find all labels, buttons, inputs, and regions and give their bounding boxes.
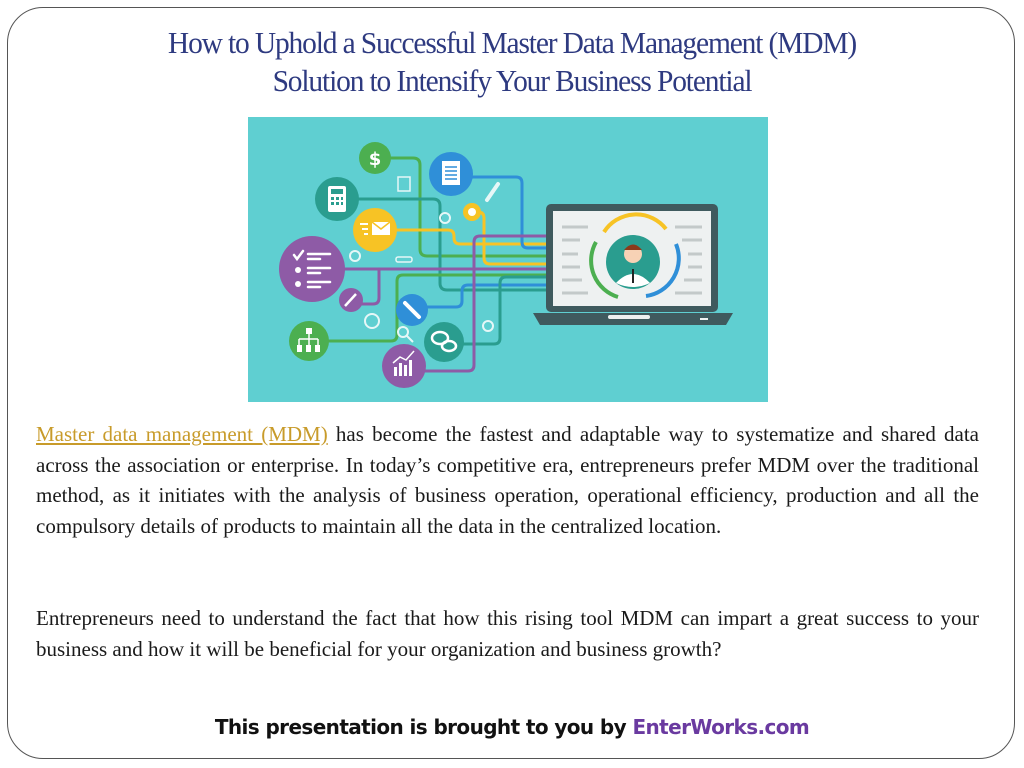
paragraph-2: Entrepreneurs need to understand the fac… — [36, 606, 979, 661]
laptop-icon — [533, 204, 733, 325]
brand-link[interactable]: EnterWorks.com — [632, 715, 809, 739]
attachment-icon — [396, 294, 428, 326]
svg-text:$: $ — [369, 149, 382, 170]
mdm-link[interactable]: Master data management (MDM) — [36, 422, 328, 446]
checklist-icon — [279, 236, 345, 302]
analytics-chart-icon — [382, 344, 426, 388]
dollar-icon: $ — [359, 142, 391, 174]
edit-icon — [339, 288, 363, 312]
user-avatar-icon — [606, 235, 660, 289]
calculator-icon — [315, 177, 359, 221]
title-line-1: How to Uphold a Successful Master Data M… — [167, 25, 857, 60]
paragraph-1: Master data management (MDM) has become … — [36, 419, 979, 541]
mdm-illustration: $ — [248, 117, 768, 402]
gear-icon — [463, 203, 481, 221]
title-line-2: Solution to Intensify Your Business Pote… — [272, 63, 753, 98]
org-chart-icon — [289, 321, 329, 361]
footer-credit: This presentation is brought to you by E… — [0, 715, 1024, 739]
hero-illustration: $ — [248, 117, 768, 402]
email-icon — [353, 208, 397, 252]
slide-title: How to Uphold a Successful Master Data M… — [26, 24, 999, 100]
footer-prefix: This presentation is brought to you by — [214, 715, 633, 739]
chat-icon — [424, 322, 464, 362]
document-icon — [429, 152, 473, 196]
